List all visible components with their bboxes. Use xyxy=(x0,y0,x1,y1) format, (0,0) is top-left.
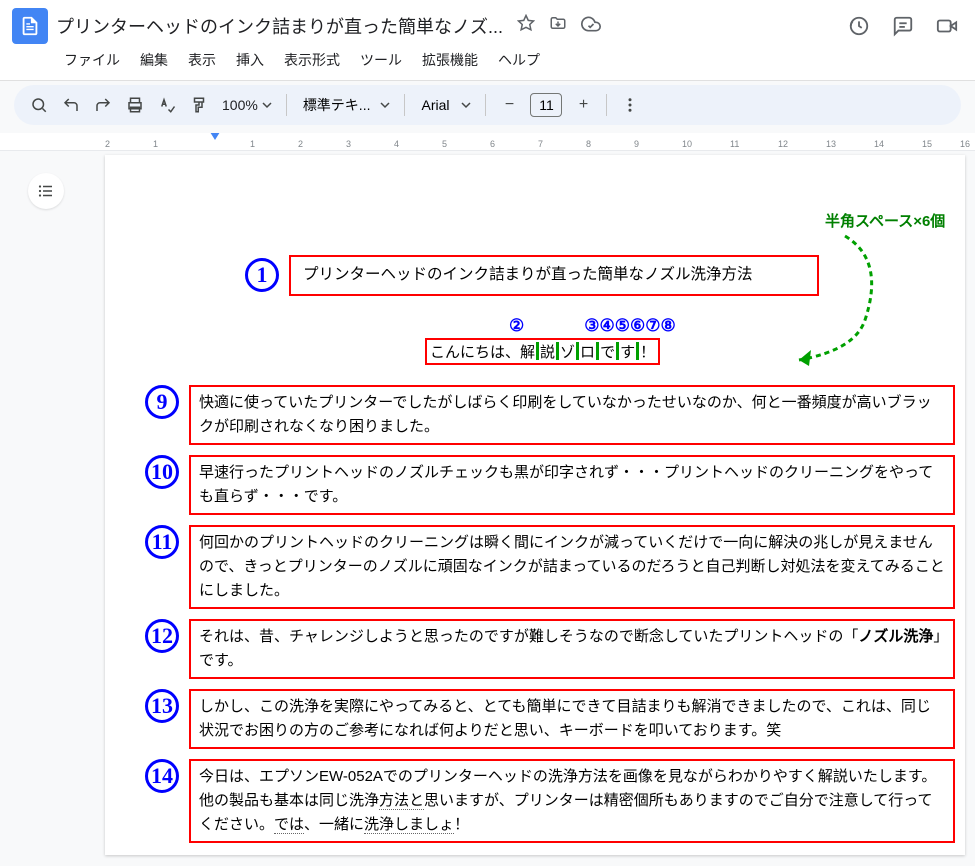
paragraph-10: 早速行ったプリントヘッドのノズルチェックも黒が印字されず・・・プリントヘッドのク… xyxy=(189,455,955,515)
annotation-note: 半角スペース×6個 xyxy=(825,210,945,231)
more-icon[interactable] xyxy=(615,90,645,120)
font-size-increase[interactable]: + xyxy=(568,90,598,120)
font-size-decrease[interactable]: − xyxy=(494,90,524,120)
menu-tools[interactable]: ツール xyxy=(352,46,410,74)
star-icon[interactable] xyxy=(517,14,535,39)
spellcheck-icon[interactable] xyxy=(152,90,182,120)
menu-file[interactable]: ファイル xyxy=(56,46,128,74)
paragraph-14: 今日は、エプソンEW-052Aでのプリンターヘッドの洗浄方法を画像を見ながらわか… xyxy=(189,759,955,843)
title-box: プリンターヘッドのインク詰まりが直った簡単なノズル洗浄方法 xyxy=(289,255,819,296)
document-page[interactable]: 半角スペース×6個 1 プリンターヘッドのインク詰まりが直った簡単なノズル洗浄方… xyxy=(105,155,965,855)
undo-icon[interactable] xyxy=(56,90,86,120)
menu-view[interactable]: 表示 xyxy=(180,46,224,74)
annotation-circle-14: 14 xyxy=(145,759,179,793)
comment-icon[interactable] xyxy=(891,14,915,38)
paragraph-13: しかし、この洗浄を実際にやってみると、とても簡単にできて目詰まりも解消できました… xyxy=(189,689,955,749)
menu-help[interactable]: ヘルプ xyxy=(490,46,548,74)
annotation-circle-12: 12 xyxy=(145,619,179,653)
search-icon[interactable] xyxy=(24,90,54,120)
annotation-circle-9: 9 xyxy=(145,385,179,419)
greeting-box: こんにちは、解説ゾロです！ xyxy=(425,338,660,365)
annotation-circle-11: 11 xyxy=(145,525,179,559)
cloud-icon[interactable] xyxy=(581,14,601,39)
annotation-circle-13: 13 xyxy=(145,689,179,723)
paragraph-style-select[interactable]: 標準テキ... xyxy=(295,95,397,115)
move-icon[interactable] xyxy=(549,14,567,39)
zoom-select[interactable]: 100% xyxy=(216,97,278,113)
history-icon[interactable] xyxy=(847,14,871,38)
print-icon[interactable] xyxy=(120,90,150,120)
outline-toggle[interactable] xyxy=(28,173,64,209)
docs-logo[interactable] xyxy=(12,8,48,44)
menu-edit[interactable]: 編集 xyxy=(132,46,176,74)
paint-format-icon[interactable] xyxy=(184,90,214,120)
paragraph-11: 何回かのプリントヘッドのクリーニングは瞬く間にインクが減っていくだけで一向に解決… xyxy=(189,525,955,609)
menu-insert[interactable]: 挿入 xyxy=(228,46,272,74)
paragraph-9: 快適に使っていたプリンターでしたがしばらく印刷をしていなかったせいなのか、何と一… xyxy=(189,385,955,445)
redo-icon[interactable] xyxy=(88,90,118,120)
font-size-input[interactable]: 11 xyxy=(530,93,562,117)
ruler[interactable]: 2 1 1 2 3 4 5 6 7 8 9 10 11 12 13 14 15 … xyxy=(0,133,975,151)
toolbar: 100% 標準テキ... Arial − 11 + xyxy=(14,85,961,125)
menu-extensions[interactable]: 拡張機能 xyxy=(414,46,486,74)
menu-format[interactable]: 表示形式 xyxy=(276,46,348,74)
font-select[interactable]: Arial xyxy=(413,97,477,113)
annotation-circles-2to8: ② ③ ④ ⑤ ⑥ ⑦ ⑧ xyxy=(509,316,955,336)
annotation-circle-1: 1 xyxy=(245,258,279,292)
doc-title[interactable]: プリンターヘッドのインク詰まりが直った簡単なノズ... xyxy=(56,13,503,39)
meet-icon[interactable] xyxy=(935,14,959,38)
paragraph-12: それは、昔、チャレンジしようと思ったのですが難しそうなので断念していたプリントヘ… xyxy=(189,619,955,679)
annotation-circle-10: 10 xyxy=(145,455,179,489)
indent-marker[interactable] xyxy=(210,133,220,140)
